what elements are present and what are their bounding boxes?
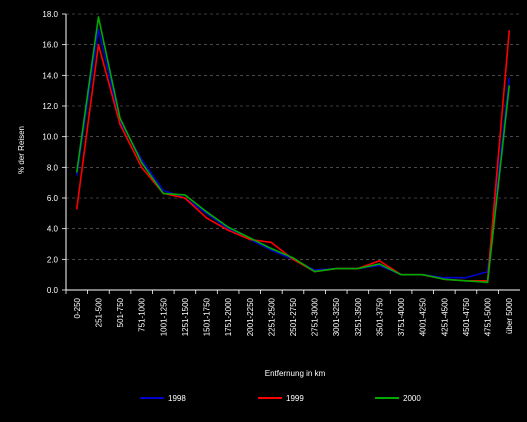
data-point-2000 (97, 16, 100, 18)
data-point-1999 (508, 30, 510, 32)
x-tick-label: 2001-2250 (246, 297, 255, 336)
y-axis: 0.0 2.0 4.0 6.0 8.0 10.0 12.0 14.0 16.0 18.0 (42, 10, 67, 295)
data-point-1998 (162, 189, 165, 192)
data-point-2000 (378, 263, 381, 265)
y-tick-label: 14.0 (42, 71, 58, 80)
data-point-1998 (465, 276, 467, 279)
legend: 1998 1999 2000 (140, 394, 421, 403)
x-tick-label: 1751-2000 (224, 297, 233, 336)
x-tick-label: 501-750 (116, 297, 125, 327)
data-point-1999 (227, 229, 229, 231)
legend-label-1999: 1999 (286, 394, 304, 403)
data-point-2000 (205, 211, 208, 213)
x-tick-label: 3251-3500 (354, 297, 363, 336)
data-point-2000 (184, 194, 186, 196)
x-tick-label: 2751-3000 (311, 297, 320, 336)
y-axis-label: % der Reisen (17, 126, 26, 174)
y-tick-label: 18.0 (42, 10, 58, 19)
data-point-1999 (378, 260, 381, 262)
y-tick-label: 16.0 (42, 41, 58, 50)
data-point-1999 (270, 241, 273, 244)
line-chart: 0.0 2.0 4.0 6.0 8.0 10.0 12.0 14.0 16.0 18.0 0-25… (17, 10, 520, 403)
x-tick-label: 1251-1500 (181, 297, 190, 336)
y-tick-label: 0.0 (47, 286, 59, 295)
data-point-1999 (184, 197, 186, 199)
data-point-2000 (76, 171, 78, 173)
data-point-1999 (205, 217, 208, 219)
data-point-1999 (140, 166, 143, 169)
y-tick-label: 8.0 (47, 163, 59, 172)
data-point-2000 (140, 161, 143, 164)
data-point-1998 (76, 174, 78, 176)
data-point-2000 (227, 226, 229, 228)
x-tick-label: 4751-5000 (484, 297, 493, 336)
data-point-2000 (270, 247, 273, 250)
data-point-2000 (443, 278, 446, 281)
data-point-2000 (357, 267, 359, 270)
legend-label-2000: 2000 (403, 394, 421, 403)
series-lines (76, 16, 510, 284)
data-point-1998 (508, 77, 510, 80)
y-tick-label: 6.0 (47, 194, 59, 203)
series-line-2000 (76, 16, 510, 284)
x-tick-label: 4501-4750 (462, 297, 471, 336)
x-tick-label: über 5000 (505, 297, 514, 334)
x-tick-label: 1501-1750 (203, 297, 212, 336)
data-point-2000 (162, 192, 165, 195)
data-point-1998 (97, 28, 100, 31)
x-tick-label: 4001-4250 (419, 297, 428, 336)
data-point-2000 (313, 270, 316, 273)
data-point-1998 (443, 276, 446, 279)
x-tick-label: 3001-3250 (332, 297, 341, 336)
series-line-1999 (76, 30, 510, 282)
x-tick-label: 1001-1250 (159, 297, 168, 336)
x-tick-label: 0-250 (73, 297, 82, 318)
data-point-2000 (248, 237, 251, 239)
data-point-2000 (421, 273, 424, 276)
y-tick-label: 12.0 (42, 102, 58, 111)
data-point-2000 (486, 281, 489, 284)
x-axis: 0-250 251-500 501-750 751-1000 1001-1250 1251… (65, 289, 520, 336)
data-point-2000 (465, 280, 467, 282)
data-point-2000 (335, 267, 338, 270)
x-tick-label: 3751-4000 (397, 297, 406, 336)
y-tick-label: 10.0 (42, 133, 58, 142)
gridlines (66, 13, 520, 260)
x-tick-label: 2501-2750 (289, 297, 298, 336)
data-point-1999 (76, 207, 78, 210)
x-tick-label: 751-1000 (138, 297, 147, 331)
series-line-1998 (76, 28, 510, 279)
y-tick-label: 2.0 (47, 255, 59, 264)
legend-label-1998: 1998 (168, 394, 186, 403)
data-point-2000 (508, 85, 510, 87)
chart: 0.0 2.0 4.0 6.0 8.0 10.0 12.0 14.0 16.0 18.0 0-25… (0, 0, 527, 417)
data-point-1999 (97, 43, 100, 46)
x-tick-label: 2251-2500 (267, 297, 276, 336)
x-tick-label: 4251-4500 (440, 297, 449, 336)
x-axis-label: Entfernung in km (265, 369, 326, 378)
x-tick-label: 251-500 (94, 297, 103, 327)
data-point-2000 (119, 117, 121, 120)
x-tick-label: 3501-3750 (375, 297, 384, 336)
data-point-2000 (292, 257, 294, 259)
data-point-2000 (400, 273, 402, 276)
y-tick-label: 4.0 (47, 225, 59, 234)
data-point-1999 (119, 123, 121, 126)
